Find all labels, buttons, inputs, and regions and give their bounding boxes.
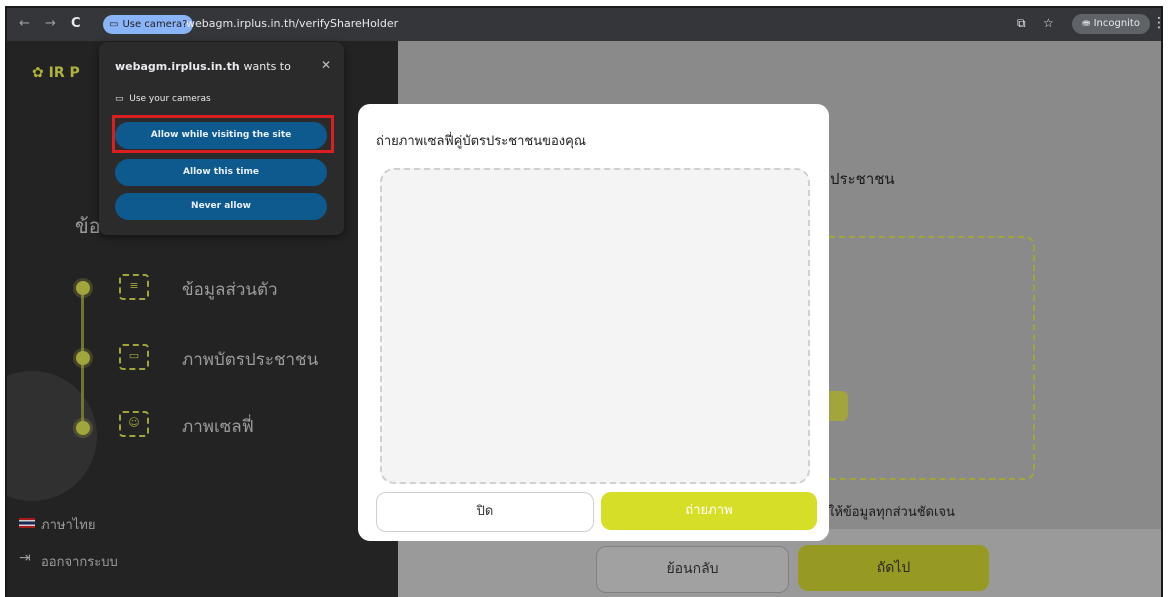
camera-preview: [380, 168, 810, 484]
star-icon[interactable]: ☆: [1043, 16, 1054, 30]
modal-title: ถ่ายภาพเซลฟี่คู่บัตรประชาชนของคุณ: [376, 134, 586, 149]
reload-icon[interactable]: C: [71, 16, 81, 32]
highlight-box: [112, 115, 334, 153]
window: ← → C ▭ Use camera? webagm.irplus.in.th/v…: [5, 6, 1163, 597]
use-camera-label: Use camera?: [122, 19, 188, 30]
address-bar-url[interactable]: webagm.irplus.in.th/verifyShareHolder: [186, 17, 398, 30]
permission-title: webagm.irplus.in.th wants to: [115, 60, 291, 73]
incognito-badge[interactable]: ⛂ Incognito: [1072, 14, 1150, 34]
use-camera-chip[interactable]: ▭ Use camera?: [103, 15, 194, 34]
capture-button[interactable]: ถ่ายภาพ: [601, 492, 817, 530]
browser-toolbar: ← → C ▭ Use camera? webagm.irplus.in.th/v…: [7, 8, 1161, 41]
camera-permission-row: ▭ Use your cameras: [115, 94, 211, 104]
camera-icon: ▭: [115, 94, 124, 104]
close-button[interactable]: ปิด: [376, 492, 594, 532]
back-icon[interactable]: ←: [19, 16, 30, 32]
selfie-modal: ถ่ายภาพเซลฟี่คู่บัตรประชาชนของคุณ ปิด ถ่…: [358, 104, 829, 541]
never-allow-button[interactable]: Never allow: [115, 193, 327, 220]
incognito-label: Incognito: [1093, 18, 1140, 29]
scrollbar[interactable]: [1161, 161, 1163, 521]
translate-icon[interactable]: ⧉: [1017, 16, 1026, 31]
forward-icon[interactable]: →: [45, 16, 56, 32]
screenshot-frame: ← → C ▭ Use camera? webagm.irplus.in.th/v…: [0, 0, 1168, 597]
allow-this-time-button[interactable]: Allow this time: [115, 159, 327, 186]
menu-icon[interactable]: ⋮: [1152, 15, 1161, 31]
close-icon[interactable]: ✕: [321, 58, 331, 72]
